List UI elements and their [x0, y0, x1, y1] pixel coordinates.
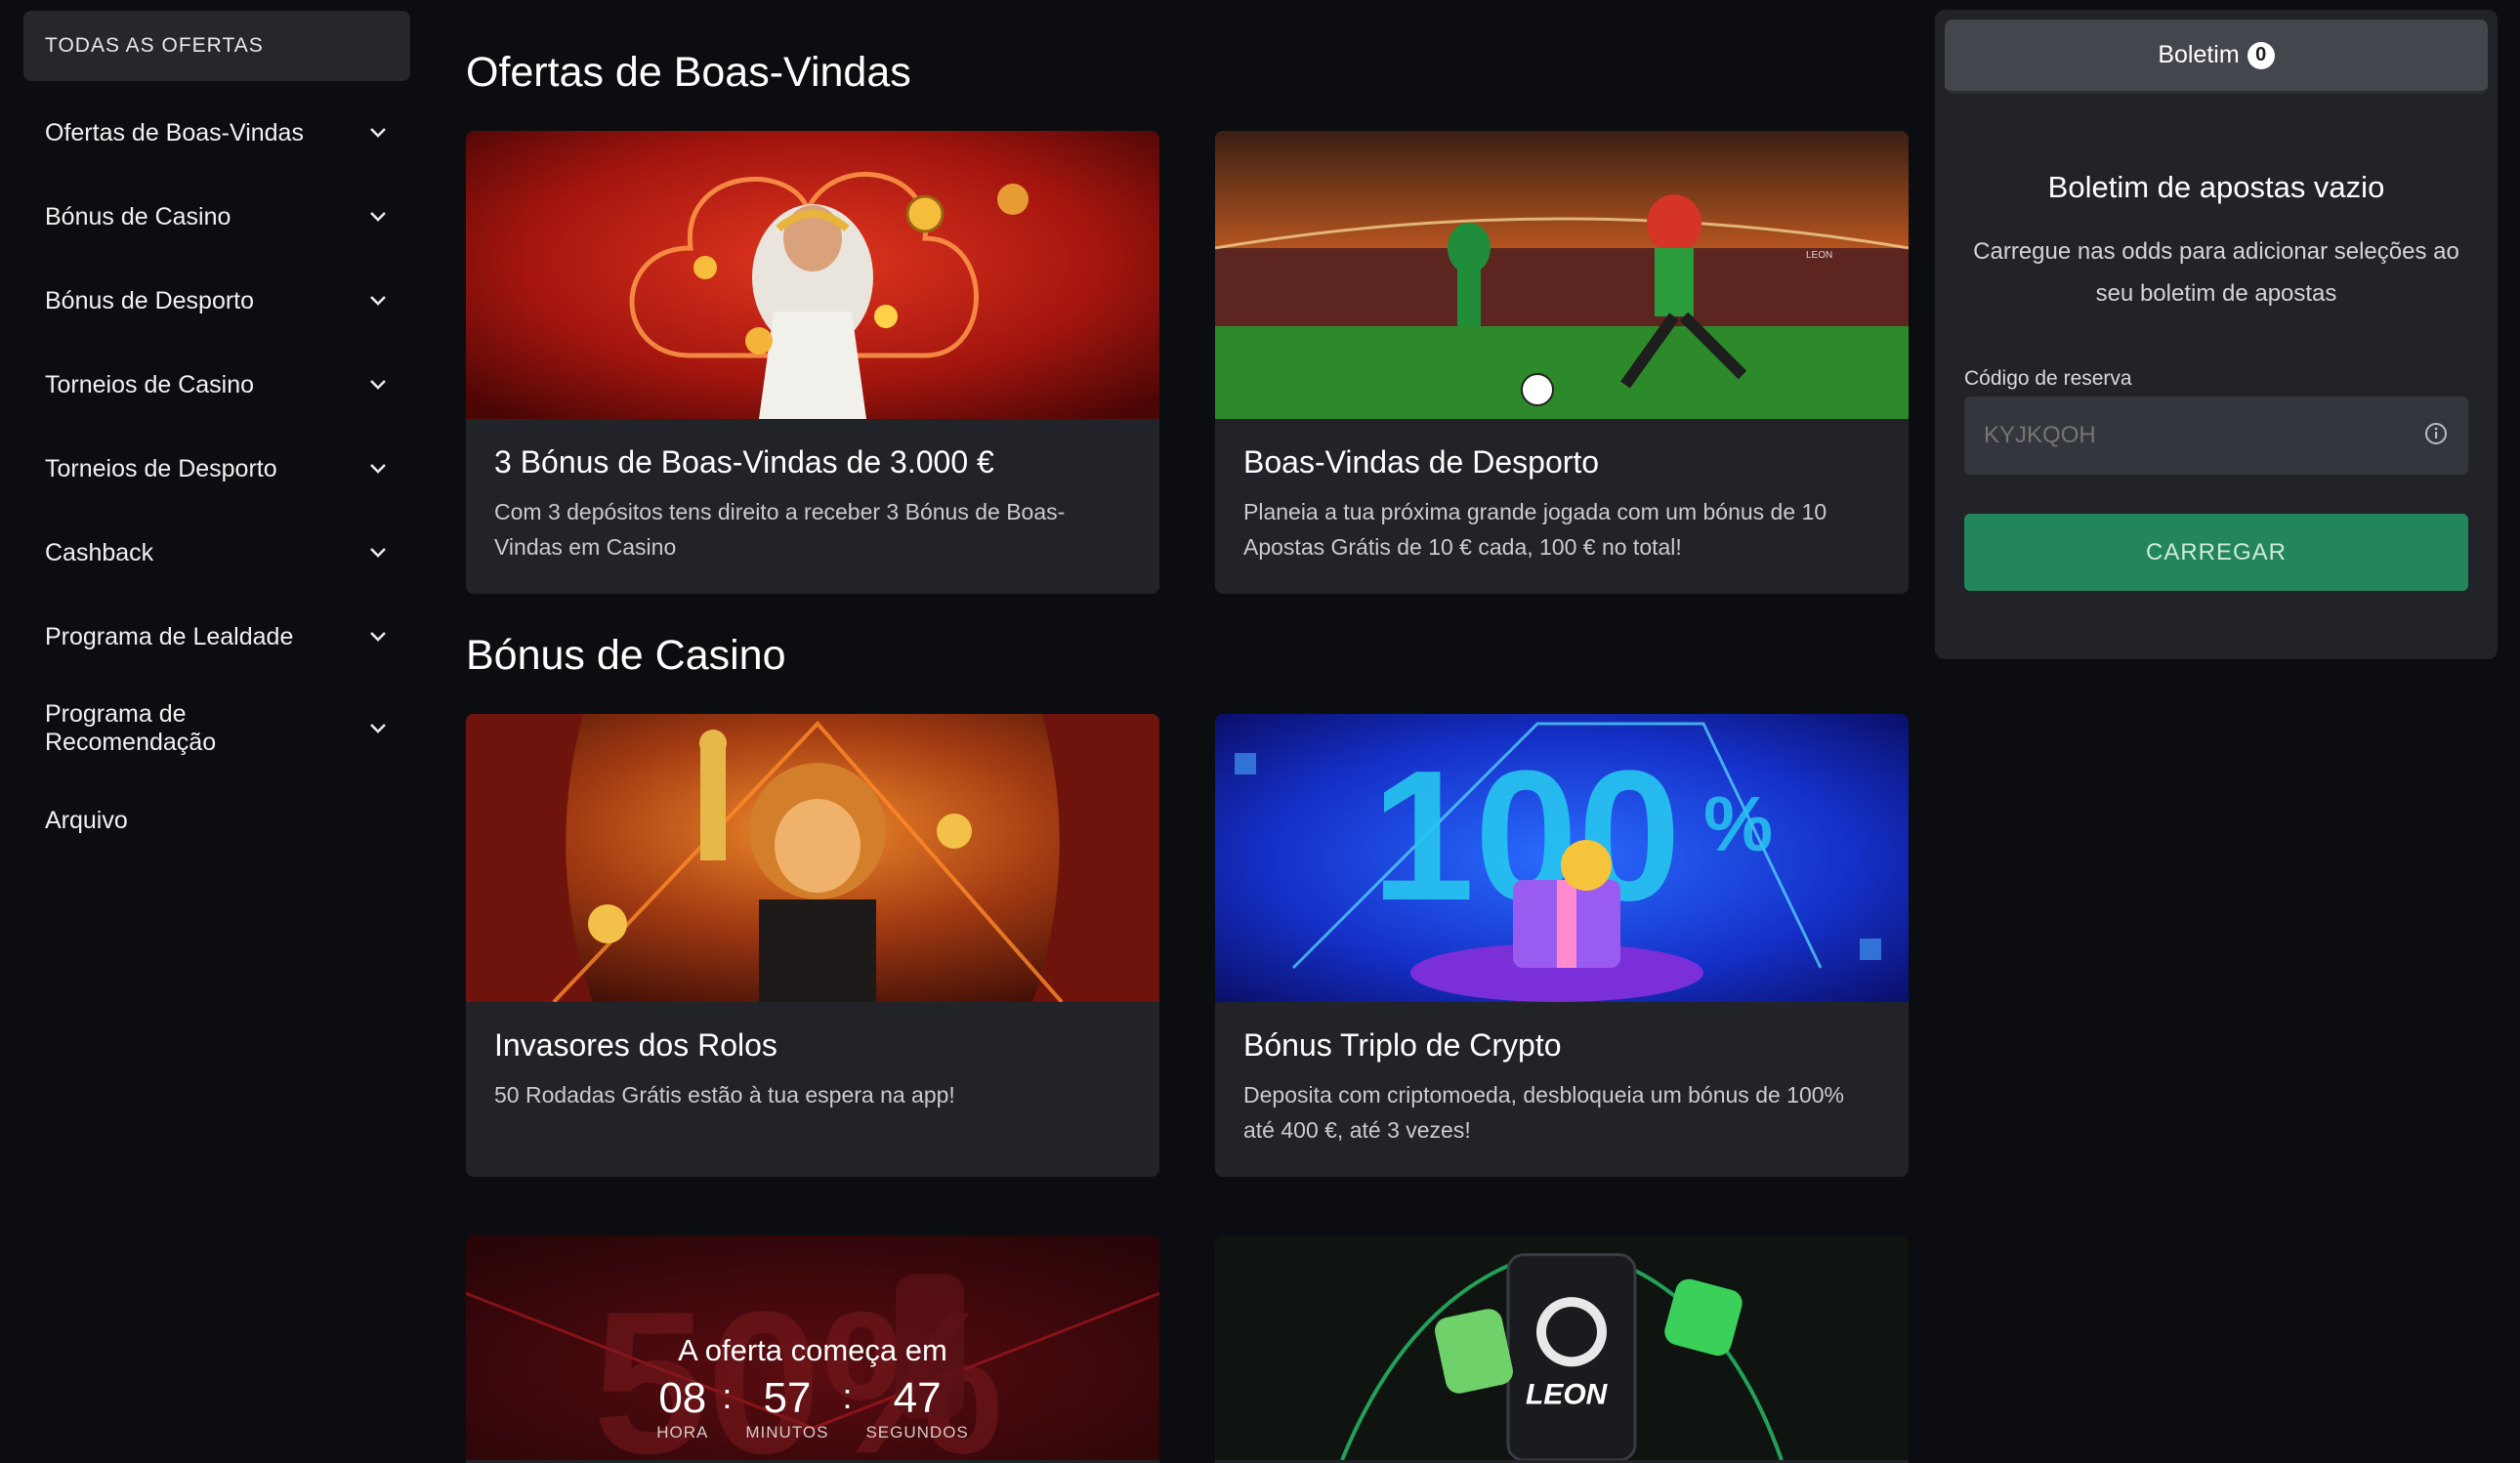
- countdown-title: A oferta começa em: [678, 1333, 947, 1367]
- booking-code-field[interactable]: [1964, 397, 2468, 475]
- countdown-seconds-label: SEGUNDOS: [865, 1423, 969, 1442]
- sidebar-item-label: Ofertas de Boas-Vindas: [45, 118, 304, 146]
- betslip-count-badge: 0: [2247, 41, 2275, 69]
- offer-banner-crypto: 100 %: [1215, 714, 1909, 1002]
- offer-banner-zeus: [466, 131, 1159, 419]
- chevron-down-icon[interactable]: [367, 458, 389, 480]
- sidebar-item-sport-tournaments[interactable]: Torneios de Desporto: [23, 427, 410, 511]
- sidebar-item-label: Bónus de Desporto: [45, 286, 255, 314]
- betslip-tab-label: Boletim: [2158, 41, 2240, 68]
- chevron-down-icon[interactable]: [367, 290, 389, 312]
- svg-text:%: %: [1703, 780, 1773, 867]
- countdown-timer: A oferta começa em 08 HORA : 57 MINUTOS …: [466, 1333, 1159, 1442]
- betslip-empty-description: Carregue nas odds para adicionar seleçõe…: [1973, 238, 2459, 307]
- sidebar-item-sport-bonus[interactable]: Bónus de Desporto: [23, 259, 410, 343]
- offer-banner-lion: [466, 714, 1159, 1002]
- offers-sidebar: TODAS AS OFERTAS Ofertas de Boas-Vindas …: [23, 11, 410, 862]
- sidebar-list: Ofertas de Boas-Vindas Bónus de Casino B…: [23, 91, 410, 862]
- sidebar-item-all-offers[interactable]: TODAS AS OFERTAS: [23, 11, 410, 81]
- sidebar-item-welcome-offers[interactable]: Ofertas de Boas-Vindas: [23, 91, 410, 175]
- offer-banner-football: LEON: [1215, 131, 1909, 419]
- chevron-down-icon[interactable]: [367, 122, 389, 144]
- countdown-hours-label: HORA: [656, 1423, 709, 1442]
- countdown-minutes: 57: [763, 1374, 812, 1422]
- sidebar-item-loyalty-program[interactable]: Programa de Lealdade: [23, 595, 410, 679]
- chevron-down-icon[interactable]: [367, 718, 389, 739]
- countdown-separator: :: [722, 1376, 733, 1416]
- offer-card-welcome-sport[interactable]: LEON Boas-Vindas de Desporto Planeia a t…: [1215, 131, 1909, 594]
- offer-card-reel-invaders[interactable]: Invasores dos Rolos 50 Rodadas Grátis es…: [466, 714, 1159, 1177]
- betslip-empty-title: Boletim de apostas vazio: [2047, 170, 2385, 204]
- offer-title: 3 Bónus de Boas-Vindas de 3.000 €: [494, 444, 994, 480]
- countdown-hours: 08: [658, 1374, 707, 1422]
- chevron-down-icon[interactable]: [367, 626, 389, 648]
- sidebar-item-label: TODAS AS OFERTAS: [45, 34, 264, 57]
- sidebar-item-archive[interactable]: Arquivo: [23, 778, 410, 862]
- offer-title: Bónus Triplo de Crypto: [1243, 1027, 1562, 1063]
- betslip-tab[interactable]: Boletim 0: [1945, 20, 2488, 94]
- offer-card-triple-crypto[interactable]: 100 % Bónus Triplo de Crypto Deposita co…: [1215, 714, 1909, 1177]
- sidebar-item-label: Arquivo: [45, 806, 128, 834]
- section-title-welcome: Ofertas de Boas-Vindas: [466, 49, 911, 96]
- offer-card-app[interactable]: LEON: [1215, 1235, 1909, 1463]
- offer-title: Invasores dos Rolos: [494, 1027, 777, 1063]
- sidebar-item-referral-program[interactable]: Programa de Recomendação: [23, 679, 410, 778]
- sidebar-item-label: Programa de Lealdade: [45, 622, 294, 650]
- sidebar-item-label: Bónus de Casino: [45, 202, 231, 230]
- load-button[interactable]: CARREGAR: [1964, 514, 2468, 591]
- countdown-seconds: 47: [893, 1374, 942, 1422]
- svg-text:LEON: LEON: [1806, 250, 1832, 261]
- offer-title: Boas-Vindas de Desporto: [1243, 444, 1600, 480]
- chevron-down-icon[interactable]: [367, 542, 389, 564]
- sidebar-item-label: Torneios de Casino: [45, 370, 255, 398]
- offer-card-countdown[interactable]: 50% A oferta começa em 08 HORA : 57 MINU…: [466, 1235, 1159, 1463]
- section-title-casino-bonus: Bónus de Casino: [466, 632, 786, 679]
- sidebar-item-label: Programa de Recomendação: [45, 700, 217, 756]
- sidebar-item-cashback[interactable]: Cashback: [23, 511, 410, 595]
- chevron-down-icon[interactable]: [367, 374, 389, 396]
- sidebar-item-casino-bonus[interactable]: Bónus de Casino: [23, 175, 410, 259]
- offer-banner-countdown: 50% A oferta começa em 08 HORA : 57 MINU…: [466, 1235, 1159, 1460]
- offer-description: Planeia a tua próxima grande jogada com …: [1243, 499, 1827, 560]
- offer-card-welcome-casino[interactable]: 3 Bónus de Boas-Vindas de 3.000 € Com 3 …: [466, 131, 1159, 594]
- app-brand: LEON: [1526, 1379, 1609, 1411]
- booking-code-label: Código de reserva: [1964, 367, 2132, 390]
- info-icon[interactable]: [2423, 421, 2449, 451]
- offer-description: 50 Rodadas Grátis estão à tua espera na …: [494, 1082, 955, 1108]
- countdown-separator: :: [842, 1376, 853, 1416]
- countdown-minutes-label: MINUTOS: [745, 1423, 829, 1442]
- offer-description: Deposita com criptomoeda, desbloqueia um…: [1243, 1082, 1844, 1143]
- offer-description: Com 3 depósitos tens direito a receber 3…: [494, 499, 1066, 560]
- booking-code-input[interactable]: [1984, 422, 2394, 449]
- sidebar-item-casino-tournaments[interactable]: Torneios de Casino: [23, 343, 410, 427]
- betslip-panel: Boletim 0 Boletim de apostas vazio Carre…: [1935, 10, 2498, 659]
- sidebar-item-label: Cashback: [45, 538, 154, 566]
- offer-banner-app: LEON: [1215, 1235, 1909, 1460]
- sidebar-item-label: Torneios de Desporto: [45, 454, 277, 482]
- chevron-down-icon[interactable]: [367, 206, 389, 228]
